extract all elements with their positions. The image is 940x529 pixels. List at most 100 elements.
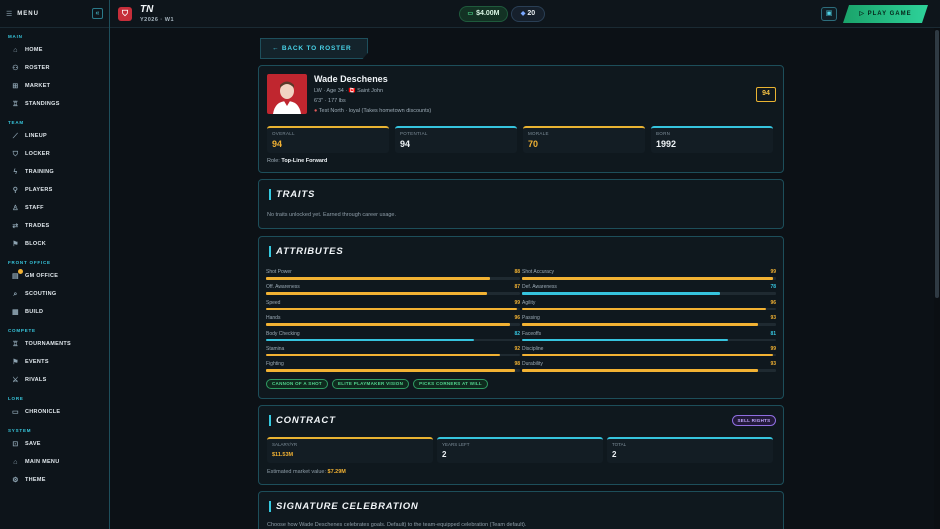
screenshot-button[interactable]: ▣	[821, 7, 837, 21]
sidebar-item-roster[interactable]: ⚇ ROSTER	[0, 59, 109, 77]
attribute-name: Shot Power	[266, 269, 292, 275]
sidebar-item-theme[interactable]: ⚙ THEME	[0, 471, 109, 489]
app-window: ☰ MENU « MAIN ⌂ HOME ⚇ ROSTER ⊞ MARKET ♖ STANDIN…	[0, 0, 940, 529]
sidebar-item-rivals[interactable]: ⚔ RIVALS	[0, 371, 109, 389]
role-value: Top-Line Forward	[281, 158, 328, 164]
sidebar-item-label: PLAYERS	[25, 187, 53, 193]
sidebar-item-gm-office[interactable]: ▤ GM OFFICE	[0, 267, 109, 285]
attribute-bar-track	[266, 292, 520, 295]
contract-total: TOTAL 2	[607, 437, 773, 463]
attribute-bar-track	[522, 307, 776, 311]
sidebar-item-label: STAFF	[25, 205, 44, 211]
play-game-button[interactable]: ▷ PLAY GAME	[843, 5, 928, 23]
sidebar-item-staff[interactable]: ♙ STAFF	[0, 199, 109, 217]
sidebar-item-save[interactable]: ⊡ SAVE	[0, 435, 109, 453]
attributes-right-column: Shot Accuracy 99 Def. Awareness 78 Agility 96…	[522, 269, 776, 377]
sidebar-item-label: BUILD	[25, 309, 44, 315]
trophy-icon: ♖	[12, 340, 19, 348]
sidebar-item-tournaments[interactable]: ♖ TOURNAMENTS	[0, 335, 109, 353]
attribute-value: 98	[514, 361, 520, 368]
sidebar-item-locker[interactable]: ⛉ LOCKER	[0, 145, 109, 163]
gem-icon: ◆	[520, 11, 526, 17]
sidebar-item-home[interactable]: ⌂ HOME	[0, 41, 109, 59]
sidebar-item-training[interactable]: ϟ TRAINING	[0, 163, 109, 181]
player-personality: ● Test North · loyal (Takes hometown dis…	[314, 108, 431, 114]
sidebar-item-label: RIVALS	[25, 377, 47, 383]
scrollbar-thumb[interactable]	[935, 30, 939, 298]
attribute-value: 78	[770, 284, 776, 291]
attribute-value: 82	[514, 330, 520, 337]
contract-salary: SALARY/YR $11.53M	[267, 437, 433, 463]
sidebar-item-main-menu[interactable]: ⌂ MAIN MENU	[0, 453, 109, 471]
sidebar-item-lineup[interactable]: ⟋ LINEUP	[0, 127, 109, 145]
sidebar-item-scouting[interactable]: ⌕ SCOUTING	[0, 285, 109, 303]
sidebar-section-front-office: FRONT OFFICE	[8, 259, 51, 265]
contract-label: SALARY/YR	[272, 442, 298, 447]
sidebar-item-chronicle[interactable]: ▭ CHRONICLE	[0, 403, 109, 421]
money-balance: ▭ $4.00M	[459, 6, 508, 22]
player-name: Wade Deschenes	[314, 74, 388, 84]
attribute-bar-track	[266, 307, 520, 311]
person-icon: ⚲	[12, 186, 19, 194]
attribute-bar-fill	[266, 307, 518, 311]
rivals-icon: ⚔	[12, 376, 19, 384]
attribute-row: Fighting 98	[266, 361, 520, 376]
sidebar-title: MENU	[17, 10, 39, 17]
attribute-highlight-chip: PICKS CORNERS AT WILL	[413, 379, 488, 389]
attribute-name: Agility	[522, 299, 536, 306]
stat-value: 94	[400, 139, 411, 149]
attribute-highlight-chip: CANNON OF A SHOT	[266, 379, 328, 389]
sidebar-item-standings[interactable]: ♖ STANDINGS	[0, 95, 109, 113]
attribute-bar-fill	[266, 338, 475, 342]
attribute-name: Stamina	[266, 345, 285, 352]
attribute-bar-fill	[522, 277, 774, 280]
stat-overall: OVERALL 94	[267, 126, 389, 153]
attribute-bar-fill	[266, 292, 487, 295]
sell-rights-button[interactable]: SELL RIGHTS	[732, 415, 776, 426]
sidebar-item-market[interactable]: ⊞ MARKET	[0, 77, 109, 95]
sidebar-item-build[interactable]: ▦ BUILD	[0, 303, 109, 321]
sidebar-item-label: CHRONICLE	[25, 409, 61, 415]
attribute-bar-fill	[522, 353, 774, 357]
sidebar-item-events[interactable]: ⚑ EVENTS	[0, 353, 109, 371]
sidebar-section-team: TEAM	[8, 119, 24, 125]
attribute-bar-track	[266, 353, 520, 357]
attribute-row: Agility 96	[522, 300, 776, 315]
attribute-bar-fill	[522, 292, 721, 295]
stat-label: BORN	[656, 131, 671, 136]
stat-morale: MORALE 70	[523, 126, 645, 153]
attribute-value: 92	[514, 345, 520, 352]
attribute-bar-fill	[522, 307, 766, 311]
sidebar-item-players[interactable]: ⚲ PLAYERS	[0, 181, 109, 199]
main-scrollbar[interactable]	[934, 28, 940, 529]
stick-icon: ⟋	[12, 132, 19, 140]
sidebar-item-label: TRAINING	[25, 169, 54, 175]
shield-icon: ⛉	[12, 150, 19, 158]
attribute-value: 81	[770, 330, 776, 337]
sidebar-item-trades[interactable]: ⇄ TRADES	[0, 217, 109, 235]
sidebar-item-label: HOME	[25, 47, 43, 53]
attribute-value: 87	[514, 284, 520, 291]
contract-card: CONTRACT SELL RIGHTS SALARY/YR $11.53M Y…	[258, 405, 784, 485]
attribute-value: 99	[514, 299, 520, 306]
sidebar-item-block[interactable]: ⚑ BLOCK	[0, 235, 109, 253]
attribute-bar-track	[522, 323, 776, 326]
stat-born: BORN 1992	[651, 126, 773, 153]
sidebar-item-label: BLOCK	[25, 241, 47, 247]
sidebar-item-label: TOURNAMENTS	[25, 341, 71, 347]
sidebar-item-label: THEME	[25, 477, 46, 483]
sidebar-item-label: SAVE	[25, 441, 41, 447]
attribute-row: Shot Accuracy 99	[522, 269, 776, 284]
sidebar-item-label: TRADES	[25, 223, 50, 229]
stat-label: MORALE	[528, 131, 549, 136]
collapse-sidebar-button[interactable]: «	[92, 8, 103, 19]
attribute-row: Off. Awareness 87	[266, 284, 520, 299]
search-icon: ⌕	[13, 290, 18, 298]
attribute-bar-fill	[266, 353, 500, 357]
back-to-roster-button[interactable]: ← BACK TO ROSTER	[260, 38, 368, 59]
money-icon: ▭	[467, 11, 474, 17]
top-bar: ⛉ TN Y2026 · W1 ▭ $4.00M ◆ 20 ▣ ▷ PLAY GAM…	[110, 0, 940, 28]
contract-title: CONTRACT	[269, 415, 336, 426]
sidebar-item-label: MARKET	[25, 83, 51, 89]
money-value: $4.00M	[476, 10, 500, 17]
